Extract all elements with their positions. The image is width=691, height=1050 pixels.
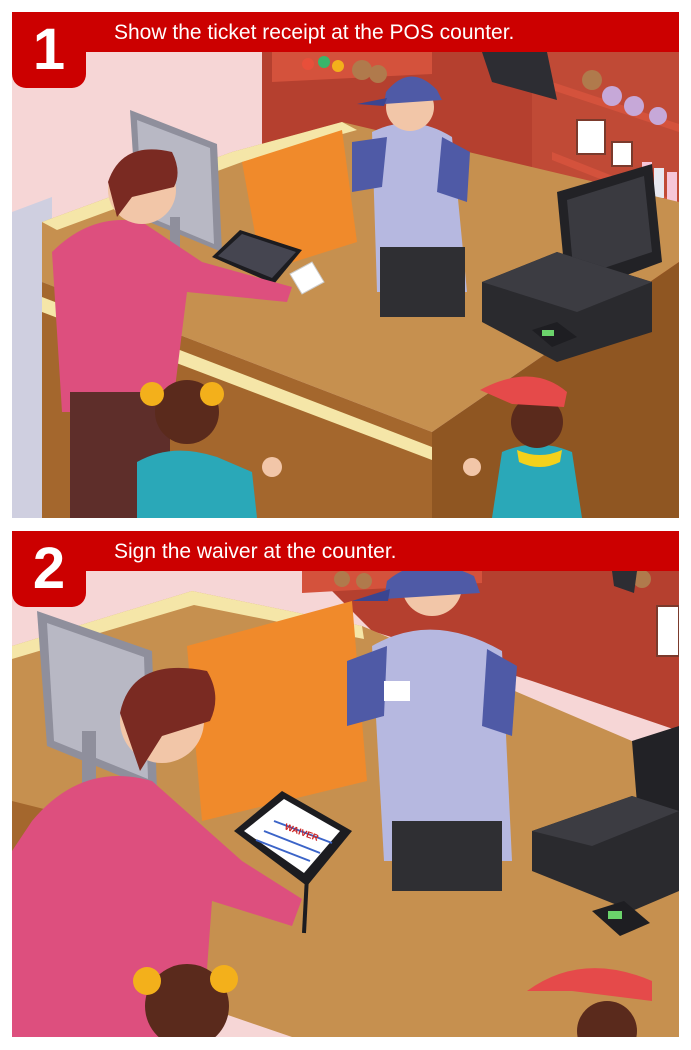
step-2-panel: WAIVER 2 Sign the waiver at the counter. [12, 531, 679, 1037]
step-instruction: Show the ticket receipt at the POS count… [114, 21, 515, 44]
step-2-number-badge: 2 [12, 531, 86, 607]
step-1-number-badge: 1 [12, 12, 86, 88]
step-1-panel: 1 Show the ticket receipt at the POS cou… [12, 12, 679, 518]
step-number: 2 [32, 536, 66, 601]
step-number: 1 [32, 17, 66, 82]
step-instruction: Sign the waiver at the counter. [114, 540, 397, 563]
step-1-illustration [12, 12, 679, 518]
step-2-illustration: WAIVER [12, 531, 679, 1037]
